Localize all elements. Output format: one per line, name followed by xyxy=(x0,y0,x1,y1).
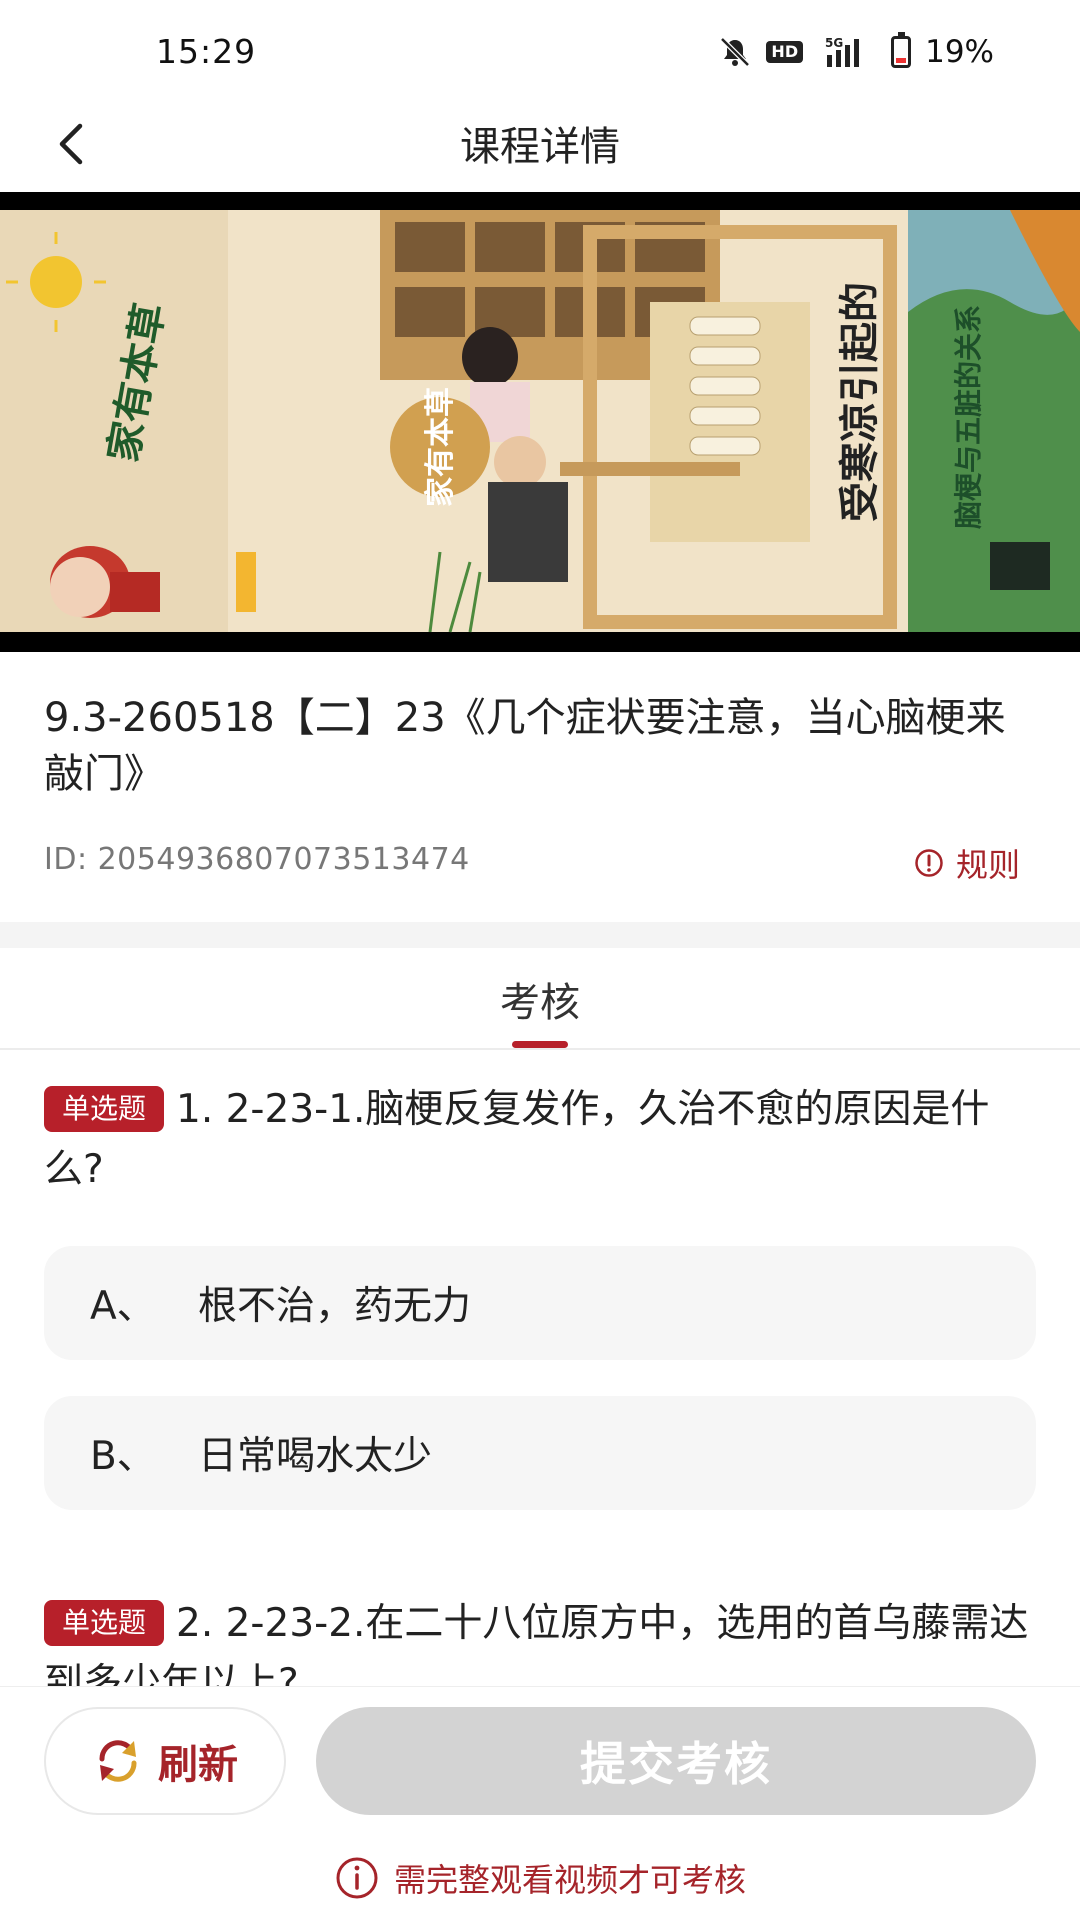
option-letter: A、 xyxy=(90,1284,156,1329)
question-type-badge: 单选题 xyxy=(44,1086,165,1132)
status-time: 15:29 xyxy=(156,32,257,71)
section-divider xyxy=(0,922,1080,948)
course-title: 9.3-260518【二】23《几个症状要注意，当心脑梗来敲门》 xyxy=(44,695,1006,797)
question-text: 2. 2-23-2.在二十八位原方中，选用的首乌藤需达到多少年以上? xyxy=(44,1601,1029,1686)
hd-icon: HD xyxy=(766,41,804,63)
exclamation-circle-icon xyxy=(915,849,943,877)
page-title: 课程详情 xyxy=(460,124,620,170)
bottom-action-bar: 刷新 提交考核 需完整观看视频才可考核 xyxy=(0,1686,1080,1921)
app-header: 课程详情 xyxy=(0,100,1080,190)
refresh-label: 刷新 xyxy=(158,1742,238,1788)
tab-indicator xyxy=(512,1041,568,1048)
question-text: 1. 2-23-1.脑梗反复发作，久治不愈的原因是什么? xyxy=(44,1087,990,1192)
option-text: 根不治，药无力 xyxy=(198,1284,472,1329)
right-caption-1: 受寒凉引起的 xyxy=(836,282,883,522)
info-circle-icon xyxy=(336,1857,378,1899)
option-text: 日常喝水太少 xyxy=(198,1434,433,1479)
refresh-icon xyxy=(99,1740,137,1782)
option-letter: B、 xyxy=(90,1434,156,1479)
bell-muted-icon xyxy=(720,37,751,67)
option-b[interactable]: B、 日常喝水太少 xyxy=(44,1396,1036,1510)
question-type-badge: 单选题 xyxy=(44,1600,165,1646)
tab-bar: 考核 xyxy=(0,948,1080,1050)
center-logo-text: 家有本草 xyxy=(423,387,458,507)
course-id: ID: 2054936807073513474 xyxy=(44,842,470,877)
notice-text: 需完整观看视频才可考核 xyxy=(393,1861,746,1899)
video-player[interactable]: 家有本草 家有本草 受寒凉引起的 脑梗与五脏的关系 xyxy=(0,192,1080,652)
right-caption-2: 脑梗与五脏的关系 xyxy=(952,305,985,529)
video-thumbnail: 家有本草 家有本草 受寒凉引起的 脑梗与五脏的关系 xyxy=(0,192,1080,652)
status-icons: HD 5G 19% xyxy=(718,32,994,70)
svg-text:5G: 5G xyxy=(825,36,843,50)
battery-percent: 19% xyxy=(925,34,994,70)
rules-label: 规则 xyxy=(955,846,1020,884)
status-bar: 15:29 HD 5G 19% xyxy=(0,0,1080,100)
option-a[interactable]: A、 根不治，药无力 xyxy=(44,1246,1036,1360)
refresh-button[interactable]: 刷新 xyxy=(44,1707,286,1815)
question-list[interactable]: 单选题 1. 2-23-1.脑梗反复发作，久治不愈的原因是什么? A、 根不治，药… xyxy=(0,1080,1080,1686)
rules-link[interactable]: 规则 xyxy=(914,840,1020,886)
question-2: 单选题 2. 2-23-2.在二十八位原方中，选用的首乌藤需达到多少年以上? xyxy=(44,1594,1034,1686)
question-1: 单选题 1. 2-23-1.脑梗反复发作，久治不愈的原因是什么? xyxy=(44,1080,1034,1200)
watch-notice: 需完整观看视频才可考核 xyxy=(0,1855,1080,1901)
battery-icon xyxy=(891,32,912,68)
signal-5g-icon: 5G xyxy=(825,36,860,67)
submit-assessment-button[interactable]: 提交考核 xyxy=(316,1707,1036,1815)
tab-assessment[interactable]: 考核 xyxy=(0,970,1080,1028)
